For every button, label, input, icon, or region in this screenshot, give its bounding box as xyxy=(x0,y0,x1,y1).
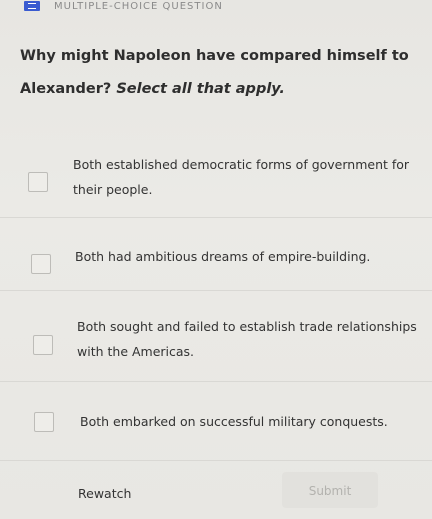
option-4[interactable]: Both embarked on successful military con… xyxy=(0,382,432,461)
rewatch-link[interactable]: Rewatch xyxy=(78,486,131,501)
question-instruction: Select all that apply. xyxy=(116,81,285,97)
checkbox-option-3[interactable] xyxy=(33,335,53,355)
option-2-label: Both had ambitious dreams of empire-buil… xyxy=(75,249,371,264)
option-1-label: Both established democratic forms of gov… xyxy=(73,157,410,197)
option-1[interactable]: Both established democratic forms of gov… xyxy=(0,145,432,218)
menu-icon[interactable] xyxy=(24,1,40,11)
checkbox-option-1[interactable] xyxy=(28,172,48,192)
checkbox-option-4[interactable] xyxy=(34,412,54,432)
top-bar: MULTIPLE-CHOICE QUESTION xyxy=(0,0,432,12)
option-2[interactable]: Both had ambitious dreams of empire-buil… xyxy=(0,218,432,291)
checkbox-option-2[interactable] xyxy=(31,254,51,274)
submit-button[interactable]: Submit xyxy=(282,472,378,508)
quiz-page: MULTIPLE-CHOICE QUESTION Why might Napol… xyxy=(0,0,432,519)
section-label: MULTIPLE-CHOICE QUESTION xyxy=(54,0,223,12)
question-text: Why might Napoleon have compared himself… xyxy=(20,40,420,106)
option-3[interactable]: Both sought and failed to establish trad… xyxy=(0,291,432,382)
option-4-label: Both embarked on successful military con… xyxy=(80,414,388,429)
option-3-label: Both sought and failed to establish trad… xyxy=(77,319,417,359)
